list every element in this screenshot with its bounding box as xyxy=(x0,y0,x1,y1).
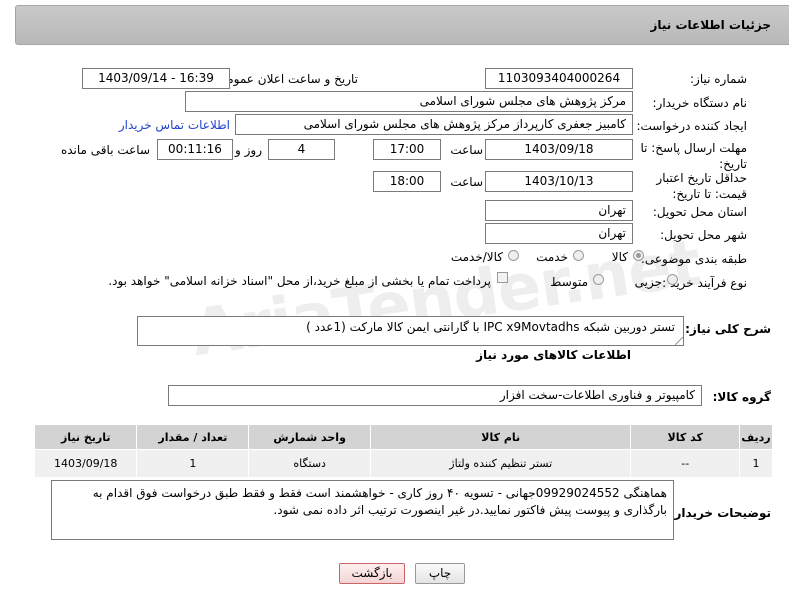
city-field: تهران xyxy=(485,223,633,244)
announce-label: تاریخ و ساعت اعلان عمومی: xyxy=(213,72,358,86)
buyer-field: مرکز پژوهش های مجلس شورای اسلامی xyxy=(185,91,633,112)
treasury-payment-checkbox[interactable] xyxy=(497,272,508,283)
days-field: 4 xyxy=(268,139,335,160)
buyer-notes-label: توضیحات خریدار: xyxy=(669,506,771,520)
print-button[interactable]: چاپ xyxy=(415,563,465,584)
need-number-field: 1103093404000264 xyxy=(485,68,633,89)
table-header-row: ردیف کد کالا نام کالا واحد شمارش تعداد /… xyxy=(33,424,773,450)
back-button[interactable]: بازگشت xyxy=(339,563,405,584)
deadline-label: مهلت ارسال پاسخ: تا تاریخ: xyxy=(640,141,747,171)
col-name: نام کالا xyxy=(370,424,632,450)
province-field: تهران xyxy=(485,200,633,221)
cell-row: 1 xyxy=(739,449,773,478)
validity-time-label: ساعت xyxy=(450,175,483,189)
province-label: استان محل تحویل: xyxy=(652,205,747,219)
cell-code: -- xyxy=(630,449,741,478)
col-unit: واحد شمارش xyxy=(248,424,372,450)
deadline-time-label: ساعت xyxy=(450,143,483,157)
contact-info-link[interactable]: اطلاعات تماس خریدار xyxy=(119,118,230,132)
treasury-payment-note: پرداخت تمام یا بخشی از مبلغ خرید،از محل … xyxy=(108,274,491,288)
days-label: روز و xyxy=(235,143,262,157)
buyer-notes-text: هماهنگی 09929024552جهانی - تسویه ۴۰ روز … xyxy=(92,486,667,517)
process-minor-label: جزیی xyxy=(634,275,662,289)
description-label: شرح کلی نیاز: xyxy=(685,322,771,336)
creator-label: ایجاد کننده درخواست: xyxy=(636,119,747,133)
buyer-notes-textarea: هماهنگی 09929024552جهانی - تسویه ۴۰ روز … xyxy=(51,480,674,540)
col-row: ردیف xyxy=(739,424,773,450)
goods-section-title: اطلاعات کالاهای مورد نیاز xyxy=(476,348,631,362)
resize-handle[interactable] xyxy=(675,337,683,345)
col-code: کد کالا xyxy=(630,424,741,450)
cell-quantity: 1 xyxy=(136,449,250,478)
process-minor-radio[interactable] xyxy=(667,274,678,285)
category-goods-radio[interactable] xyxy=(633,250,644,261)
deadline-time-field: 17:00 xyxy=(373,139,441,160)
city-label: شهر محل تحویل: xyxy=(660,228,747,242)
table-row: 1 -- تستر تنظیم کننده ولتاژ دستگاه 1 140… xyxy=(33,449,773,478)
goods-table: ردیف کد کالا نام کالا واحد شمارش تعداد /… xyxy=(33,424,773,478)
description-text: تستر دوربین شبکه IPC x9Movtadhs با گاران… xyxy=(306,320,675,334)
remaining-label: ساعت باقی مانده xyxy=(60,143,150,157)
need-number-label: شماره نیاز: xyxy=(690,72,747,86)
category-goods-service-label: کالا/خدمت xyxy=(450,250,503,264)
category-service-radio[interactable] xyxy=(573,250,584,261)
cell-need-date: 1403/09/18 xyxy=(33,449,138,478)
creator-field: کامبیز جعفری کارپرداز مرکز پژوهش های مجل… xyxy=(235,114,633,135)
remaining-time-field: 00:11:16 xyxy=(157,139,233,160)
deadline-date-field: 1403/09/18 xyxy=(485,139,633,160)
cell-unit: دستگاه xyxy=(248,449,372,478)
process-medium-label: متوسط xyxy=(550,275,588,289)
validity-time-field: 18:00 xyxy=(373,171,441,192)
goods-group-field: کامپیوتر و فناوری اطلاعات-سخت افزار xyxy=(168,385,702,406)
validity-label: حداقل تاریخ اعتبار قیمت: تا تاریخ: xyxy=(656,171,747,201)
announce-field: 1403/09/14 - 16:39 xyxy=(82,68,230,89)
col-quantity: تعداد / مقدار xyxy=(136,424,250,450)
description-textarea: تستر دوربین شبکه IPC x9Movtadhs با گاران… xyxy=(137,316,684,346)
cell-name: تستر تنظیم کننده ولتاژ xyxy=(370,449,632,478)
col-need-date: تاریخ نیاز xyxy=(33,424,138,450)
buyer-label: نام دستگاه خریدار: xyxy=(652,96,748,110)
category-label: طبقه بندی موضوعی: xyxy=(640,252,747,266)
category-goods-service-radio[interactable] xyxy=(508,250,519,261)
category-goods-label: کالا xyxy=(611,250,628,264)
process-medium-radio[interactable] xyxy=(593,274,604,285)
page-title: جزئیات اطلاعات نیاز xyxy=(650,18,771,32)
validity-date-field: 1403/10/13 xyxy=(485,171,633,192)
goods-group-label: گروه کالا: xyxy=(712,390,771,404)
category-service-label: خدمت xyxy=(536,250,568,264)
